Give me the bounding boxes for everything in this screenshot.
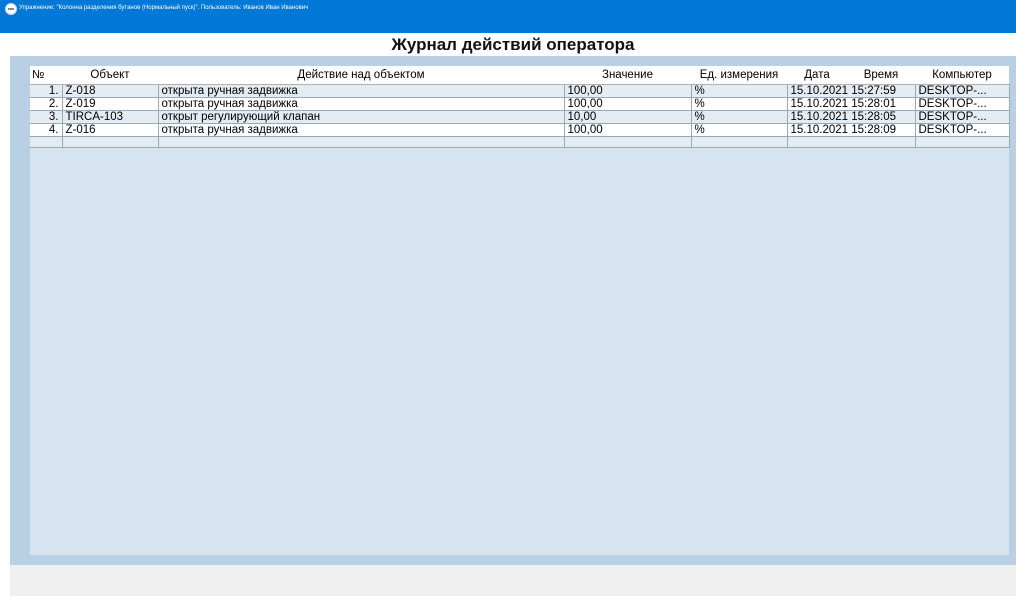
- header-date[interactable]: Дата: [787, 66, 847, 85]
- journal-grid-area: № Объект Действие над объектом Значение …: [30, 66, 1010, 555]
- cell-datetime[interactable]: 15.10.2021 15:28:01: [787, 97, 916, 111]
- cell-num[interactable]: 2.: [30, 97, 63, 111]
- cell-empty[interactable]: [158, 136, 565, 148]
- cell-empty[interactable]: [30, 136, 63, 148]
- cell-unit[interactable]: %: [691, 123, 788, 137]
- operator-actions-table: № Объект Действие над объектом Значение …: [30, 66, 1010, 148]
- header-object[interactable]: Объект: [62, 66, 158, 85]
- cell-empty[interactable]: [564, 136, 692, 148]
- table-row[interactable]: 1. Z-018 открыта ручная задвижка 100,00 …: [30, 84, 1010, 98]
- journal-panel: № Объект Действие над объектом Значение …: [10, 56, 1016, 565]
- header-unit[interactable]: Ед. измерения: [691, 66, 787, 85]
- header-time[interactable]: Время: [847, 66, 915, 85]
- window-client-area: Журнал действий оператора № Объект Дейст…: [10, 33, 1016, 596]
- cell-action[interactable]: открыта ручная задвижка: [158, 84, 565, 98]
- table-row[interactable]: 2. Z-019 открыта ручная задвижка 100,00 …: [30, 97, 1010, 111]
- cell-unit[interactable]: %: [691, 84, 788, 98]
- cell-action[interactable]: открыта ручная задвижка: [158, 123, 565, 137]
- cell-num[interactable]: 4.: [30, 123, 63, 137]
- cell-datetime[interactable]: 15.10.2021 15:27:59: [787, 84, 916, 98]
- cell-value[interactable]: 100,00: [564, 97, 692, 111]
- cell-value[interactable]: 100,00: [564, 123, 692, 137]
- cell-value[interactable]: 100,00: [564, 84, 692, 98]
- cell-object[interactable]: Z-016: [62, 123, 159, 137]
- cell-num[interactable]: 1.: [30, 84, 63, 98]
- header-value[interactable]: Значение: [564, 66, 691, 85]
- cell-object[interactable]: Z-019: [62, 97, 159, 111]
- title-strip: Журнал действий оператора: [10, 33, 1016, 56]
- cell-value[interactable]: 10,00: [564, 110, 692, 124]
- cell-action[interactable]: открыт регулирующий клапан: [158, 110, 565, 124]
- cell-computer[interactable]: DESKTOP-...: [915, 123, 1010, 137]
- header-computer[interactable]: Компьютер: [915, 66, 1009, 85]
- cell-object[interactable]: Z-018: [62, 84, 159, 98]
- cell-datetime[interactable]: 15.10.2021 15:28:05: [787, 110, 916, 124]
- cell-computer[interactable]: DESKTOP-...: [915, 84, 1010, 98]
- window-title: Упражнение: "Колонна разделения бутанов …: [19, 5, 309, 11]
- table-row-empty[interactable]: [30, 136, 1010, 148]
- table-row[interactable]: 4. Z-016 открыта ручная задвижка 100,00 …: [30, 123, 1010, 137]
- page-title: Журнал действий оператора: [391, 35, 635, 54]
- cell-computer[interactable]: DESKTOP-...: [915, 110, 1010, 124]
- cell-object[interactable]: TIRCA-103: [62, 110, 159, 124]
- cell-datetime[interactable]: 15.10.2021 15:28:09: [787, 123, 916, 137]
- cell-empty[interactable]: [62, 136, 159, 148]
- table-header-row: № Объект Действие над объектом Значение …: [30, 66, 1009, 85]
- cell-unit[interactable]: %: [691, 97, 788, 111]
- cell-unit[interactable]: %: [691, 110, 788, 124]
- cell-empty[interactable]: [915, 136, 1010, 148]
- cell-computer[interactable]: DESKTOP-...: [915, 97, 1010, 111]
- header-action[interactable]: Действие над объектом: [158, 66, 564, 85]
- cell-num[interactable]: 3.: [30, 110, 63, 124]
- table-row[interactable]: 3. TIRCA-103 открыт регулирующий клапан …: [30, 110, 1010, 124]
- cell-action[interactable]: открыта ручная задвижка: [158, 97, 565, 111]
- header-num[interactable]: №: [30, 66, 62, 85]
- cell-empty[interactable]: [691, 136, 788, 148]
- app-icon: [5, 3, 17, 15]
- cell-empty[interactable]: [787, 136, 916, 148]
- window-titlebar[interactable]: Упражнение: "Колонна разделения бутанов …: [0, 0, 1016, 33]
